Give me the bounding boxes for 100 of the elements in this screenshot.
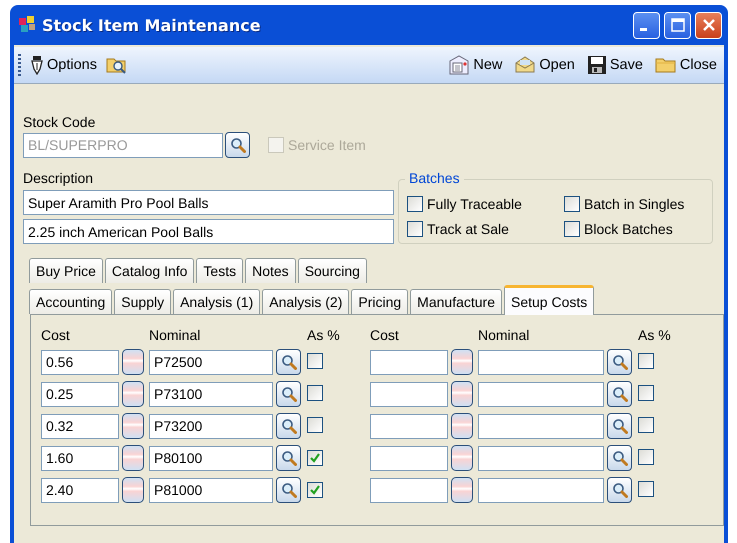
nominal-field[interactable]: P72500 <box>149 350 273 374</box>
nominal-field[interactable]: P73100 <box>149 382 273 406</box>
search-icon <box>612 450 628 466</box>
search-icon <box>280 482 296 498</box>
nominal-field[interactable] <box>478 446 604 470</box>
checkbox[interactable] <box>307 384 323 400</box>
checkbox-label: Batch in Singles <box>584 196 684 212</box>
spin-button[interactable] <box>451 413 473 439</box>
spin-button[interactable] <box>122 381 144 407</box>
column-header: As % <box>307 327 341 343</box>
checkbox[interactable] <box>638 480 654 496</box>
search-icon <box>280 386 296 402</box>
checkbox[interactable] <box>307 482 323 498</box>
spin-button[interactable] <box>122 445 144 471</box>
close-button[interactable]: Close <box>652 54 720 76</box>
tab[interactable]: Pricing <box>351 289 408 314</box>
nominal-field[interactable] <box>478 414 604 438</box>
folder-search-icon[interactable] <box>106 56 128 74</box>
cost-field[interactable]: 1.60 <box>41 446 119 470</box>
close-icon <box>700 17 716 33</box>
column-header: Nominal <box>478 327 530 343</box>
tab[interactable]: Manufacture <box>410 289 502 314</box>
cost-field[interactable]: 2.40 <box>41 478 119 502</box>
search-button[interactable] <box>276 413 301 439</box>
checkbox[interactable] <box>307 352 323 368</box>
description-field[interactable]: Super Aramith Pro Pool Balls <box>23 190 394 215</box>
tab[interactable]: Supply <box>114 289 172 314</box>
options-button[interactable]: Options <box>27 53 100 77</box>
cost-field[interactable] <box>370 350 448 374</box>
checkbox[interactable] <box>307 450 323 466</box>
spin-button[interactable] <box>451 381 473 407</box>
batches-title: Batches <box>405 170 464 186</box>
description-field[interactable]: 2.25 inch American Pool Balls <box>23 219 394 244</box>
checkbox[interactable] <box>638 416 654 432</box>
search-button[interactable] <box>607 381 632 407</box>
cost-field[interactable] <box>370 382 448 406</box>
checkbox[interactable] <box>407 196 423 212</box>
tab[interactable]: Tests <box>196 258 244 283</box>
tab[interactable]: Setup Costs <box>504 285 594 315</box>
nominal-field[interactable] <box>478 382 604 406</box>
minimize-button[interactable] <box>633 12 660 38</box>
new-button[interactable]: New <box>445 53 506 77</box>
open-button[interactable]: Open <box>511 54 578 76</box>
folder-icon <box>654 56 677 74</box>
nominal-field[interactable]: P81000 <box>149 478 273 502</box>
spin-button[interactable] <box>122 349 144 375</box>
nominal-field[interactable]: P80100 <box>149 446 273 470</box>
new-document-icon <box>448 55 470 75</box>
maximize-icon <box>670 17 686 33</box>
checkbox-label: Track at Sale <box>427 221 509 238</box>
cost-field[interactable] <box>370 446 448 470</box>
search-icon <box>612 354 628 370</box>
spin-button[interactable] <box>122 413 144 439</box>
window-title: Stock Item Maintenance <box>42 16 262 34</box>
close-window-button[interactable] <box>695 12 722 38</box>
nominal-field[interactable] <box>478 478 604 502</box>
nominal-field[interactable] <box>478 350 604 374</box>
search-icon <box>612 386 628 402</box>
column-header: Cost <box>41 327 71 343</box>
search-button[interactable] <box>276 381 301 407</box>
checkbox[interactable] <box>638 384 654 400</box>
tab[interactable]: Analysis (1) <box>173 289 260 314</box>
spin-button[interactable] <box>451 349 473 375</box>
search-button[interactable] <box>225 132 250 158</box>
search-button[interactable] <box>607 349 632 375</box>
tab[interactable]: Catalog Info <box>104 258 194 283</box>
spin-button[interactable] <box>451 477 473 503</box>
search-button[interactable] <box>276 349 301 375</box>
search-button[interactable] <box>607 413 632 439</box>
envelope-icon <box>514 56 536 74</box>
checkbox[interactable] <box>407 221 423 238</box>
spin-button[interactable] <box>451 445 473 471</box>
checkbox[interactable] <box>638 448 654 464</box>
checkbox[interactable] <box>564 196 580 212</box>
tab[interactable]: Buy Price <box>29 258 103 283</box>
cost-field[interactable] <box>370 478 448 502</box>
stock-code-label: Stock Code <box>23 114 96 130</box>
search-button[interactable] <box>607 445 632 471</box>
search-button[interactable] <box>607 477 632 503</box>
cost-field[interactable]: 0.32 <box>41 414 119 438</box>
search-icon <box>280 418 296 434</box>
save-button[interactable]: Save <box>584 53 646 77</box>
search-button[interactable] <box>276 477 301 503</box>
spin-button[interactable] <box>122 477 144 503</box>
cost-field[interactable]: 0.25 <box>41 382 119 406</box>
tab[interactable]: Sourcing <box>298 258 367 283</box>
search-icon <box>612 482 628 498</box>
search-button[interactable] <box>276 445 301 471</box>
cost-field[interactable]: 0.56 <box>41 350 119 374</box>
nominal-field[interactable]: P73200 <box>149 414 273 438</box>
checkbox[interactable] <box>307 416 323 432</box>
tab[interactable]: Notes <box>245 258 296 283</box>
checkbox[interactable] <box>638 352 654 368</box>
checkbox[interactable] <box>564 221 580 238</box>
tab[interactable]: Accounting <box>29 289 112 314</box>
cost-field[interactable] <box>370 414 448 438</box>
tab[interactable]: Analysis (2) <box>262 289 350 314</box>
search-icon <box>230 137 246 153</box>
search-icon <box>612 418 628 434</box>
maximize-button[interactable] <box>664 12 691 38</box>
